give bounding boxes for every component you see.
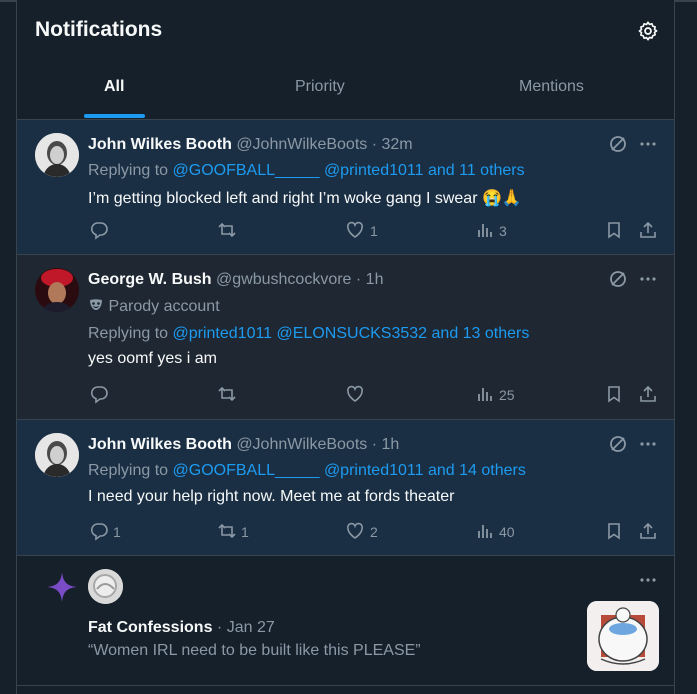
more-icon[interactable] bbox=[638, 434, 658, 454]
retweet-icon[interactable] bbox=[217, 384, 237, 404]
grok-icon[interactable] bbox=[608, 434, 628, 454]
tab-mentions[interactable]: Mentions bbox=[519, 78, 584, 96]
author-name[interactable]: Fat Confessions bbox=[88, 619, 212, 636]
notification-item[interactable]: John Wilkes Booth @JohnWilkeBoots · 32m … bbox=[17, 120, 674, 255]
author-line: John Wilkes Booth @JohnWilkeBoots · 1h bbox=[88, 436, 399, 454]
author-handle[interactable]: @gwbushcockvore bbox=[216, 271, 351, 288]
replying-prefix: Replying to bbox=[88, 162, 169, 179]
reply-count: 1 bbox=[113, 524, 121, 540]
mention-link[interactable]: @GOOFBALL_____ bbox=[173, 462, 320, 479]
parody-label: Parody account bbox=[88, 297, 220, 316]
author-line: Fat Confessions · Jan 27 bbox=[88, 619, 275, 637]
avatar[interactable] bbox=[88, 569, 123, 604]
more-icon[interactable] bbox=[638, 269, 658, 289]
notification-item[interactable]: George W. Bush @gwbushcockvore · 1h Paro… bbox=[17, 255, 674, 420]
post-text: “Women IRL need to be built like this PL… bbox=[88, 642, 421, 659]
bookmark-icon[interactable] bbox=[604, 521, 624, 541]
view-count: 40 bbox=[499, 524, 515, 540]
author-name[interactable]: John Wilkes Booth bbox=[88, 436, 232, 453]
view-count: 3 bbox=[499, 223, 507, 239]
author-line: John Wilkes Booth @JohnWilkeBoots · 32m bbox=[88, 136, 413, 154]
views-icon[interactable] bbox=[475, 521, 495, 541]
bookmark-icon[interactable] bbox=[604, 220, 624, 240]
mention-link[interactable]: @ELONSUCKS3532 bbox=[277, 325, 428, 342]
mention-link[interactable]: @printed1011 bbox=[324, 162, 424, 179]
avatar[interactable] bbox=[35, 268, 79, 312]
like-icon[interactable] bbox=[345, 521, 365, 541]
retweet-icon[interactable] bbox=[217, 220, 237, 240]
like-count: 1 bbox=[370, 223, 378, 239]
more-icon[interactable] bbox=[638, 134, 658, 154]
others-link[interactable]: and 14 others bbox=[428, 462, 526, 479]
share-icon[interactable] bbox=[638, 384, 658, 404]
sparkle-icon bbox=[45, 570, 79, 604]
share-icon[interactable] bbox=[638, 220, 658, 240]
parody-text: Parody account bbox=[108, 298, 220, 315]
avatar[interactable] bbox=[35, 433, 79, 477]
grok-icon[interactable] bbox=[608, 269, 628, 289]
replying-to: Replying to @GOOFBALL_____ @printed1011 … bbox=[88, 462, 526, 480]
tab-underline bbox=[84, 114, 145, 118]
post-text: yes oomf yes i am bbox=[88, 350, 217, 367]
share-icon[interactable] bbox=[638, 521, 658, 541]
like-icon[interactable] bbox=[345, 220, 365, 240]
gear-icon[interactable] bbox=[637, 20, 659, 42]
grok-icon[interactable] bbox=[608, 134, 628, 154]
post-text: I’m getting blocked left and right I’m w… bbox=[88, 190, 522, 207]
mask-icon bbox=[88, 297, 104, 313]
author-line: George W. Bush @gwbushcockvore · 1h bbox=[88, 271, 383, 289]
post-text: I need your help right now. Meet me at f… bbox=[88, 488, 455, 505]
author-handle[interactable]: @JohnWilkeBoots bbox=[236, 136, 367, 153]
notifications-column: Notifications All Priority Mentions John… bbox=[16, 0, 675, 694]
replying-prefix: Replying to bbox=[88, 462, 169, 479]
bookmark-icon[interactable] bbox=[604, 384, 624, 404]
tab-all[interactable]: All bbox=[104, 78, 124, 96]
reply-icon[interactable] bbox=[89, 384, 109, 404]
like-count: 2 bbox=[370, 524, 378, 540]
like-icon[interactable] bbox=[345, 384, 365, 404]
views-icon[interactable] bbox=[475, 384, 495, 404]
notifications-header: Notifications All Priority Mentions bbox=[17, 0, 674, 120]
others-link[interactable]: and 11 others bbox=[428, 162, 525, 179]
replying-prefix: Replying to bbox=[88, 325, 169, 342]
reply-icon[interactable] bbox=[89, 220, 109, 240]
reply-icon[interactable] bbox=[89, 521, 109, 541]
timestamp[interactable]: · 1h bbox=[356, 271, 384, 288]
timestamp[interactable]: · 32m bbox=[372, 136, 413, 153]
tab-priority[interactable]: Priority bbox=[295, 78, 345, 96]
mention-link[interactable]: @printed1011 bbox=[173, 325, 273, 342]
avatar[interactable] bbox=[35, 133, 79, 177]
notification-item[interactable]: John Wilkes Booth @JohnWilkeBoots · 1h R… bbox=[17, 420, 674, 556]
mention-link[interactable]: @printed1011 bbox=[324, 462, 424, 479]
timestamp[interactable]: · Jan 27 bbox=[217, 619, 275, 636]
replying-to: Replying to @printed1011 @ELONSUCKS3532 … bbox=[88, 325, 529, 343]
author-name[interactable]: George W. Bush bbox=[88, 271, 212, 288]
mention-link[interactable]: @GOOFBALL_____ bbox=[173, 162, 320, 179]
others-link[interactable]: and 13 others bbox=[432, 325, 530, 342]
page-title: Notifications bbox=[35, 18, 163, 41]
notification-item[interactable]: Fat Confessions · Jan 27 “Women IRL need… bbox=[17, 556, 674, 686]
author-name[interactable]: John Wilkes Booth bbox=[88, 136, 232, 153]
timestamp[interactable]: · 1h bbox=[372, 436, 400, 453]
view-count: 25 bbox=[499, 387, 515, 403]
replying-to: Replying to @GOOFBALL_____ @printed1011 … bbox=[88, 162, 525, 180]
retweet-icon[interactable] bbox=[217, 521, 237, 541]
views-icon[interactable] bbox=[475, 220, 495, 240]
retweet-count: 1 bbox=[241, 524, 249, 540]
author-handle[interactable]: @JohnWilkeBoots bbox=[236, 436, 367, 453]
more-icon[interactable] bbox=[638, 570, 658, 590]
media-thumbnail[interactable] bbox=[587, 601, 659, 671]
